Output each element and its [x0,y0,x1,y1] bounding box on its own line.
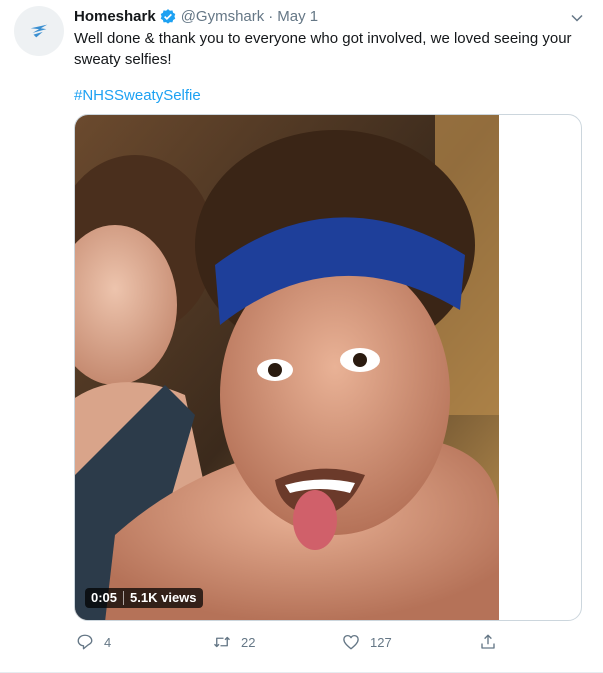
media-container[interactable]: 0:05 5.1K views [74,114,582,621]
share-icon [481,634,495,649]
display-name[interactable]: Homeshark [74,7,156,27]
video-stats-badge: 0:05 5.1K views [85,588,203,608]
reply-count: 4 [104,634,112,650]
video-thumbnail [75,115,499,620]
verified-badge-icon [160,9,175,24]
hashtag-link[interactable]: #NHSSweatySelfie [74,85,201,106]
tweet-actions: 4 22 127 [74,631,514,653]
separator-dot: · [268,8,274,25]
retweet-count: 22 [241,634,256,650]
video-player[interactable]: 0:05 5.1K views [75,115,499,620]
heart-icon [343,634,359,650]
badge-divider [123,591,125,605]
video-views: 5.1K views [130,590,197,605]
video-duration: 0:05 [91,590,118,605]
avatar[interactable] [14,6,64,56]
like-count: 127 [370,634,392,650]
reply-button[interactable]: 4 [76,633,111,651]
gymshark-logo-icon [30,24,48,38]
retweet-icon [214,636,230,648]
chevron-down-icon[interactable] [569,10,585,26]
tweet-card[interactable]: Homeshark @Gymshark · May 1 Well done & … [0,0,603,673]
tweet-text: Well done & thank you to everyone who go… [74,30,572,68]
tweet-date[interactable]: May 1 [277,7,318,27]
tweet-header: Homeshark @Gymshark · May 1 [74,7,583,27]
like-button[interactable]: 127 [342,633,392,651]
retweet-button[interactable]: 22 [213,633,255,651]
user-handle[interactable]: @Gymshark [181,7,265,27]
share-button[interactable] [479,633,497,651]
reply-icon [77,634,93,650]
